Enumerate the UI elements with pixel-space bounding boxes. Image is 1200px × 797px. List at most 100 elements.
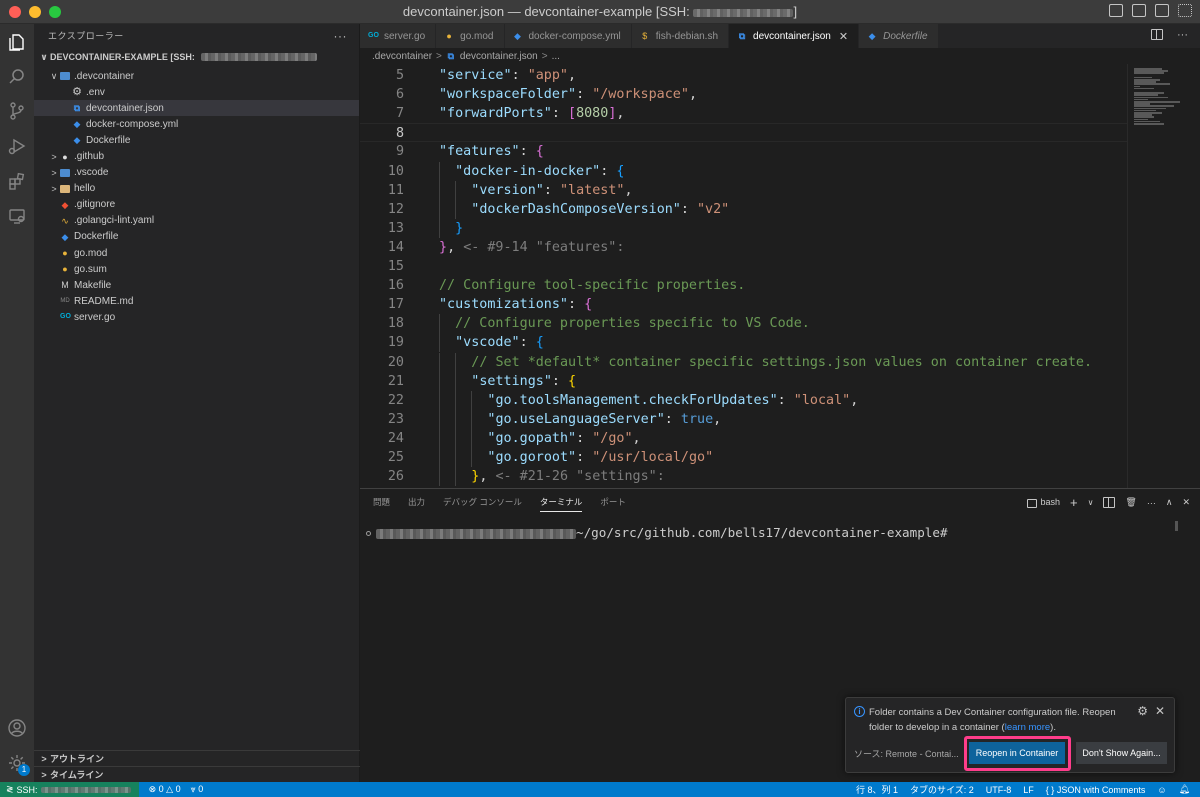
more-actions-icon[interactable]: ··· [334, 29, 348, 43]
close-panel-icon[interactable]: ✕ [1182, 497, 1190, 508]
more-actions-icon[interactable]: ··· [1177, 29, 1188, 41]
new-terminal-icon[interactable]: + [1070, 495, 1078, 510]
tree-item[interactable]: ◆ Dockerfile [34, 229, 359, 245]
editor-tab[interactable]: ◆ Dockerfile [859, 24, 939, 48]
maximize-panel-icon[interactable]: ∧ [1166, 497, 1173, 508]
dont-show-again-button[interactable]: Don't Show Again... [1076, 742, 1167, 764]
explorer-icon[interactable] [7, 32, 27, 52]
account-icon[interactable] [7, 718, 27, 738]
tree-item[interactable]: ⧉ devcontainer.json [34, 100, 359, 117]
tree-item[interactable]: ∿ .golangci-lint.yaml [34, 213, 359, 229]
language-mode[interactable]: { } JSON with Comments [1046, 785, 1146, 795]
reopen-in-container-button[interactable]: Reopen in Container [969, 742, 1065, 764]
tree-item[interactable]: ● go.mod [34, 245, 359, 261]
run-debug-icon[interactable] [7, 136, 27, 156]
tree-item[interactable]: ⚙ .env [34, 84, 359, 100]
toggle-panel-icon[interactable] [1132, 4, 1146, 17]
code-token: , [616, 106, 625, 122]
close-tab-icon[interactable]: ✕ [839, 30, 848, 43]
learn-more-link[interactable]: learn more [1005, 722, 1050, 733]
tab-size[interactable]: タブのサイズ: 2 [910, 783, 974, 796]
notification-close-icon[interactable]: ✕ [1155, 704, 1165, 718]
terminal-prompt[interactable]: ~/go/src/github.com/bells17/devcontainer… [366, 525, 948, 540]
more-actions-icon[interactable]: ··· [1147, 498, 1156, 508]
trash-icon[interactable]: 🗑 [1125, 497, 1136, 508]
cursor-position[interactable]: 行 8、列 1 [856, 783, 898, 796]
remote-explorer-icon[interactable] [7, 206, 27, 226]
notification-settings-gear-icon[interactable]: ⚙ [1137, 704, 1148, 718]
problems-indicator[interactable]: ⊗ 0 △ 0 [149, 784, 181, 795]
tree-item[interactable]: ◆ .gitignore [34, 197, 359, 213]
minimap-line [1134, 123, 1164, 125]
code-token: : [551, 373, 569, 389]
toggle-secondary-sidebar-icon[interactable] [1155, 4, 1169, 17]
close-window-button[interactable] [9, 5, 21, 18]
editor-tab[interactable]: $ fish-debian.sh [631, 24, 730, 48]
editor-tab[interactable]: ● go.mod [436, 24, 505, 48]
tree-item[interactable]: ∨ .devcontainer [34, 68, 359, 84]
tree-item[interactable]: GO server.go [34, 309, 359, 325]
editor-scrollbar[interactable] [1187, 64, 1200, 488]
split-terminal-icon[interactable] [1103, 497, 1116, 508]
manage-gear-icon[interactable]: 1 [7, 753, 30, 776]
encoding[interactable]: UTF-8 [986, 785, 1012, 795]
breadcrumb-file[interactable]: devcontainer.json [460, 51, 538, 62]
activity-bar: 1 [0, 24, 34, 782]
error-icon: ⊗ [148, 784, 157, 794]
terminal-selector[interactable]: bash [1027, 497, 1060, 508]
timeline-section-header[interactable]: > タイムライン [34, 766, 360, 782]
code-line: 17 "customizations": { [360, 295, 1130, 314]
makefile-icon: M [61, 280, 69, 291]
tree-item[interactable]: > ● .github [34, 148, 359, 164]
tree-item[interactable]: MD README.md [34, 293, 359, 309]
panel-tab[interactable]: デバッグ コンソール [443, 496, 522, 508]
tree-item[interactable]: ◆ Dockerfile [34, 132, 359, 148]
tree-item-label: devcontainer.json [86, 102, 164, 114]
code-text: // Set *default* container specific sett… [471, 353, 1092, 372]
notifications-bell-icon[interactable]: 🔔︎ [1179, 784, 1190, 795]
workspace-section-header[interactable]: ∨ DEVCONTAINER-EXAMPLE [SSH: [34, 46, 359, 68]
editor-tab[interactable]: GO server.go [360, 24, 437, 48]
outline-section-header[interactable]: > アウトライン [34, 750, 360, 766]
tree-item[interactable]: M Makefile [34, 277, 359, 293]
search-icon[interactable] [7, 67, 27, 87]
chevron-down-icon[interactable]: ∨ [1088, 498, 1094, 507]
code-line: 6 "workspaceFolder": "/workspace", [360, 85, 1130, 104]
panel-tab[interactable]: ポート [600, 496, 626, 508]
tree-item[interactable]: ◆ docker-compose.yml [34, 116, 359, 132]
extensions-icon[interactable] [7, 171, 27, 191]
toggle-sidebar-icon[interactable] [1109, 4, 1123, 17]
tree-item[interactable]: ● go.sum [34, 261, 359, 277]
code-editor[interactable]: 5 "service": "app", 6 "workspaceFolder": "/… [360, 64, 1200, 488]
editor-tab[interactable]: ◆ docker-compose.yml [504, 24, 632, 48]
minimap[interactable] [1127, 64, 1187, 488]
breadcrumb-symbol[interactable]: ... [552, 51, 560, 62]
zoom-window-button[interactable] [49, 5, 61, 18]
panel-tab[interactable]: 問題 [373, 496, 390, 508]
minimize-window-button[interactable] [29, 5, 41, 18]
panel-tab[interactable]: ターミナル [539, 496, 583, 512]
code-token: "/workspace" [592, 87, 689, 103]
tree-item[interactable]: > hello [34, 181, 359, 197]
indent-guide [455, 199, 457, 219]
source-control-icon[interactable] [7, 101, 27, 121]
ports-indicator[interactable]: ⩔ 0 [191, 784, 204, 795]
customize-layout-icon[interactable] [1178, 4, 1192, 17]
split-editor-icon[interactable] [1151, 29, 1163, 40]
docker-icon: ◆ [73, 135, 81, 146]
remote-indicator[interactable]: ≷ SSH: [0, 782, 139, 797]
tree-item-label: .devcontainer [74, 70, 135, 82]
code-token: : [551, 106, 568, 122]
code-token: { [568, 373, 577, 389]
line-ending[interactable]: LF [1023, 785, 1034, 795]
notification-message: Folder contains a Dev Container configur… [869, 707, 1116, 733]
indent-guide [439, 390, 441, 410]
panel-tab[interactable]: 出力 [408, 496, 425, 508]
editor-tab[interactable]: ⧉ devcontainer.json ✕ [729, 24, 860, 48]
layout-controls [1109, 4, 1192, 17]
tree-item[interactable]: > .vscode [34, 165, 359, 181]
go-file-icon: GO [60, 313, 71, 321]
feedback-icon[interactable]: ☺ [1157, 785, 1166, 795]
terminal-scrollbar[interactable] [1175, 521, 1178, 531]
breadcrumb-folder[interactable]: .devcontainer [372, 51, 432, 62]
